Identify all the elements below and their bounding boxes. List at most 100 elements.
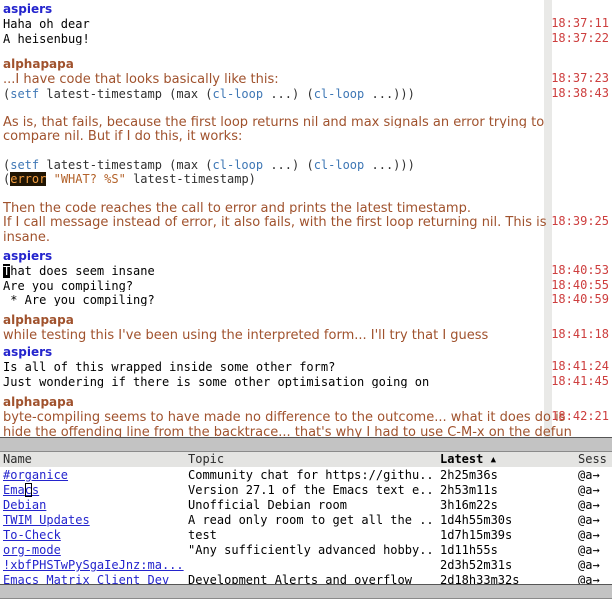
room-topic: Version 27.1 of the Emacs text e.. — [188, 483, 434, 497]
room-row[interactable]: TWIM Updates A read only room to get all … — [0, 513, 612, 528]
room-name-link[interactable]: Debian — [3, 498, 46, 512]
sender-name[interactable]: aspiers — [3, 345, 52, 359]
room-name-link[interactable]: Emacs — [3, 483, 39, 497]
message-line: If I call message instead of error, it a… — [0, 214, 612, 228]
room-session: @a→ — [578, 483, 600, 497]
room-name-link[interactable]: #organice — [3, 468, 68, 482]
room-session: @a→ — [578, 528, 600, 542]
room-name-link[interactable]: !xbfPHSTwPySgaIeJnz:ma... — [3, 558, 184, 572]
message-line: Are you compiling? 18:40:55 — [0, 278, 612, 292]
message-line: Is all of this wrapped inside some other… — [0, 359, 612, 373]
code-default: ...) ( — [263, 86, 314, 100]
room-name-link[interactable]: org-mode — [3, 543, 61, 557]
message-line: Just wondering if there is some other op… — [0, 374, 612, 388]
room-row[interactable]: org-mode "Any sufficiently advanced hobby… — [0, 543, 612, 558]
message-line: byte-compiling seems to have made no dif… — [0, 409, 612, 423]
message-timestamp: 18:37:22 — [551, 30, 609, 45]
room-name-link[interactable]: Emacs Matrix Client Dev — [3, 573, 169, 584]
room-list-window: Name Topic Latest ▲ Sess #organice Commun… — [0, 452, 612, 584]
code-default: ...) ( — [263, 158, 314, 172]
message-line — [0, 100, 612, 114]
code-string: "WHAT? %S" — [53, 172, 126, 186]
message-group: aspiers Haha oh dear 18:37:11 A heisenbug! 1… — [0, 2, 612, 45]
message-group: aspiers That does seem insane 18:40:53 Are … — [0, 249, 612, 306]
room-latest-time: 1d11h55s — [440, 543, 498, 557]
header-line: Name Topic Latest ▲ Sess — [0, 452, 612, 467]
room-row[interactable]: To-Check test 1d7h15m39s @a→ — [0, 528, 612, 543]
room-latest-time: 2h53m11s — [440, 483, 498, 497]
message-timestamp: 18:41:18 — [551, 327, 609, 342]
message-text: As is, that fails, because the first loo… — [3, 115, 545, 129]
message-text: If I call message instead of error, it a… — [3, 215, 547, 229]
room-topic: Community chat for https://githu.. — [188, 468, 434, 482]
message-timestamp: 18:41:24 — [551, 359, 609, 374]
sender-header: aspiers — [0, 2, 612, 16]
room-topic: A read only room to get all the .. — [188, 513, 434, 527]
chat-window: aspiers Haha oh dear 18:37:11 A heisenbug! 1… — [0, 0, 612, 437]
room-row[interactable]: Debian Unofficial Debian room 3h16m22s @a→ — [0, 498, 612, 513]
code-line: (error "WHAT? %S" latest-timestamp) — [0, 171, 612, 186]
code-default: latest-timestamp (max ( — [39, 86, 213, 100]
inactive-cursor: c — [24, 483, 32, 497]
message-group: alphapapa byte-compiling seems to have ma… — [0, 395, 612, 437]
code-keyword: setf — [10, 86, 40, 100]
column-header-topic[interactable]: Topic — [188, 452, 224, 467]
message-text: ...I have code that looks basically like… — [3, 72, 279, 86]
message-text: * Are you compiling? — [3, 292, 155, 307]
code-default: latest-timestamp (max ( — [39, 158, 213, 172]
mode-line-room: U:%*-*Ement Room: Emacs*13% L25(Ement Ro… — [0, 437, 612, 452]
room-session: @a→ — [578, 573, 600, 584]
room-name-link[interactable]: TWIM Updates — [3, 513, 90, 527]
room-session: @a→ — [578, 498, 600, 512]
message-timestamp: 18:39:25 — [551, 214, 609, 229]
message-group: alphapapa while testing this I've been us… — [0, 313, 612, 342]
message-text: while testing this I've been using the i… — [3, 328, 489, 342]
code-keyword: cl-loop — [212, 86, 264, 100]
sender-name[interactable]: aspiers — [3, 249, 52, 263]
room-name-link[interactable]: To-Check — [3, 528, 61, 542]
message-text: Then the code reaches the call to error … — [3, 200, 471, 215]
message-text: hide the offending line from the backtra… — [3, 424, 572, 437]
message-line: Haha oh dear 18:37:11 — [0, 16, 612, 30]
room-latest-time: 2d3h52m31s — [440, 558, 513, 572]
message-timestamp: 18:42:21 — [551, 409, 609, 424]
room-row[interactable]: Emacs Version 27.1 of the Emacs text e.. 2… — [0, 483, 612, 498]
room-latest-time: 1d7h15m39s — [440, 528, 513, 542]
message-group: alphapapa ...I have code that looks basic… — [0, 57, 612, 243]
room-row[interactable]: Emacs Matrix Client Dev Development Alert… — [0, 573, 612, 584]
column-header-session[interactable]: Sess — [578, 452, 607, 467]
message-line: A heisenbug! 18:37:22 — [0, 31, 612, 45]
message-text: byte-compiling seems to have made no dif… — [3, 410, 566, 424]
code-text: (setf latest-timestamp (max (cl-loop ...… — [3, 87, 415, 100]
text-cursor: T — [3, 264, 11, 278]
code-text: (error "WHAT? %S" latest-timestamp) — [3, 172, 256, 186]
room-topic: Unofficial Debian room — [188, 498, 347, 512]
column-header-latest[interactable]: Latest ▲ — [440, 452, 496, 468]
message-line: compare nil. But if I do this, it works: — [0, 128, 612, 142]
code-keyword: cl-loop — [212, 158, 264, 172]
code-default: ...))) — [364, 158, 415, 172]
sender-name[interactable]: alphapapa — [3, 313, 74, 327]
message-timestamp: 18:40:55 — [551, 277, 609, 292]
code-keyword: setf — [10, 158, 40, 172]
room-latest-time: 1d4h55m30s — [440, 513, 513, 527]
message-text: Haha oh dear — [3, 17, 90, 31]
sender-name[interactable]: aspiers — [3, 2, 52, 16]
sender-header: alphapapa — [0, 313, 612, 327]
message-timestamp: 18:40:53 — [551, 263, 609, 278]
column-header-name[interactable]: Name — [3, 452, 32, 467]
message-line: As is, that fails, because the first loo… — [0, 114, 612, 128]
room-topic: Development Alerts and overflow — [188, 573, 412, 584]
sender-name[interactable]: alphapapa — [3, 395, 74, 409]
sender-name[interactable]: alphapapa — [3, 57, 74, 71]
message-text: Is all of this wrapped inside some other… — [3, 360, 336, 374]
room-row[interactable]: !xbfPHSTwPySgaIeJnz:ma... 2d3h52m31s @a→ — [0, 558, 612, 573]
message-timestamp: 18:38:43 — [551, 85, 609, 100]
room-topic: "Any sufficiently advanced hobby.. — [188, 543, 434, 557]
mode-line-room-list: U:%%-*Ement Rooms*13% L7(Ement room list… — [0, 584, 612, 599]
message-text: insane. — [3, 229, 50, 243]
sender-header: alphapapa — [0, 395, 612, 409]
code-keyword: cl-loop — [313, 86, 365, 100]
code-default — [46, 172, 53, 185]
room-row[interactable]: #organice Community chat for https://gith… — [0, 468, 612, 483]
